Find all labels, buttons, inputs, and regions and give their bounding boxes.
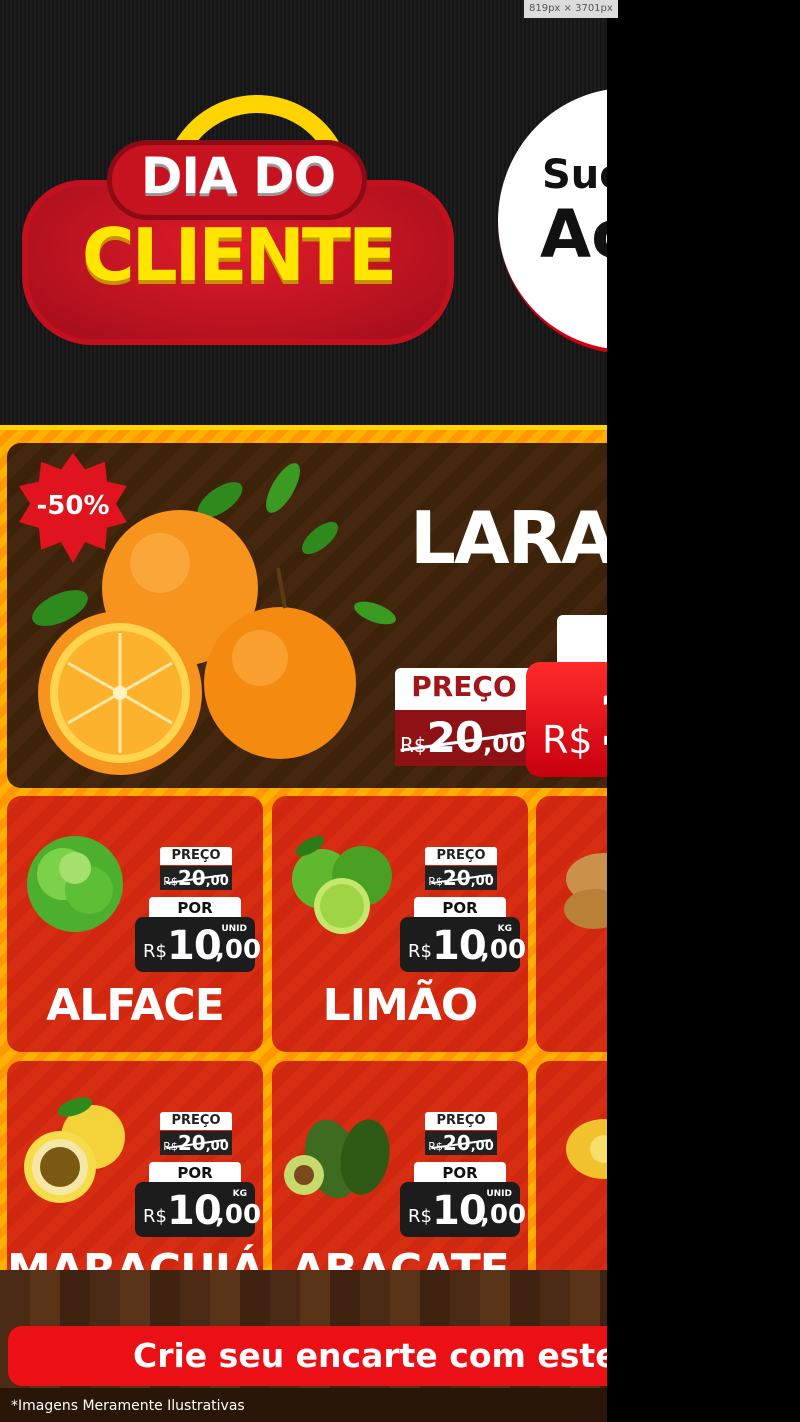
product-price-label: PREÇO (425, 847, 497, 865)
product-old-price: R$20,00 (425, 866, 497, 890)
product-name: B (536, 980, 607, 1031)
product-unit: UNID (486, 1189, 512, 1199)
product-old-price: R$20,00 (160, 1131, 232, 1155)
badge-line2: Ac (540, 196, 607, 273)
potato-icon (564, 853, 607, 929)
product-integer: 10 (167, 923, 222, 969)
lime-icon (292, 835, 392, 934)
product-old-price: R$20,00 (160, 866, 232, 890)
product-price-label: PREÇO (160, 1112, 232, 1130)
product-price-label: PREÇO (160, 847, 232, 865)
product-price-label: PREÇO (425, 1112, 497, 1130)
featured-old-price: R$20,00 (400, 713, 526, 762)
product-new-price: R$ 10,00 KG (400, 917, 526, 972)
new-price-currency: R$ (542, 718, 593, 762)
product-currency: R$ (408, 1206, 432, 1227)
product-currency: R$ (143, 941, 167, 962)
product-cents: ,00 (215, 1200, 262, 1230)
product-por-label: POR (149, 1162, 241, 1184)
product-por-label: POR (149, 897, 241, 919)
badge-line1: Suc (542, 152, 607, 198)
passion-fruit-icon (24, 1097, 125, 1203)
featured-price-label: PREÇO (411, 670, 517, 703)
section-divider (0, 425, 607, 430)
discount-text: -50% (36, 491, 110, 521)
cta-banner-text: Crie seu encarte com este te (133, 1336, 607, 1375)
product-integer: 10 (167, 1188, 222, 1234)
dia-do-cliente-logo: DIA DO CLIENTE (22, 95, 454, 345)
product-currency: R$ (143, 1206, 167, 1227)
pineapple-icon (566, 1119, 607, 1179)
product-por-label: POR (414, 897, 506, 919)
product-card: PREÇOR$20,00PORR$10,00UNIDALFACE (7, 796, 263, 1052)
product-old-price: R$20,00 (425, 1131, 497, 1155)
product-por-label: POR (414, 1162, 506, 1184)
product-new-price: R$ 10,00 UNID (400, 1182, 526, 1237)
new-price-integer: 1 (596, 680, 607, 762)
logo-line2: CLIENTE (81, 213, 397, 297)
footer-disclaimer: *Imagens Meramente Ilustrativas (11, 1398, 245, 1414)
product-cents: ,00 (480, 1200, 527, 1230)
product-card: PREÇOR$20,00PORR$10,00KGLIMÃO (272, 796, 528, 1052)
product-unit: KG (232, 1189, 247, 1199)
product-new-price: R$ 10,00 UNID (135, 917, 261, 972)
product-cents: ,00 (480, 935, 527, 965)
product-unit: KG (497, 924, 512, 934)
product-name: LIMÃO (322, 980, 479, 1031)
featured-por-tab (557, 615, 607, 665)
viewer-background (607, 0, 800, 1422)
product-currency: R$ (408, 941, 432, 962)
product-unit: UNID (221, 924, 247, 934)
logo-line1: DIA DO (140, 147, 336, 205)
product-new-price: R$ 10,00 KG (135, 1182, 261, 1237)
product-cents: ,00 (215, 935, 262, 965)
lettuce-icon (27, 836, 123, 932)
product-integer: 10 (432, 923, 487, 969)
product-integer: 10 (432, 1188, 487, 1234)
product-card: B (536, 796, 607, 1052)
image-dimensions-label: 819px × 3701px (524, 0, 618, 18)
featured-product-name: LARA (410, 496, 607, 580)
flyer-canvas: DIA DO CLIENTE Suc Ac -50% LARA PREÇO (0, 0, 607, 1422)
avocado-icon (284, 1119, 390, 1199)
product-name: ALFACE (46, 980, 225, 1031)
